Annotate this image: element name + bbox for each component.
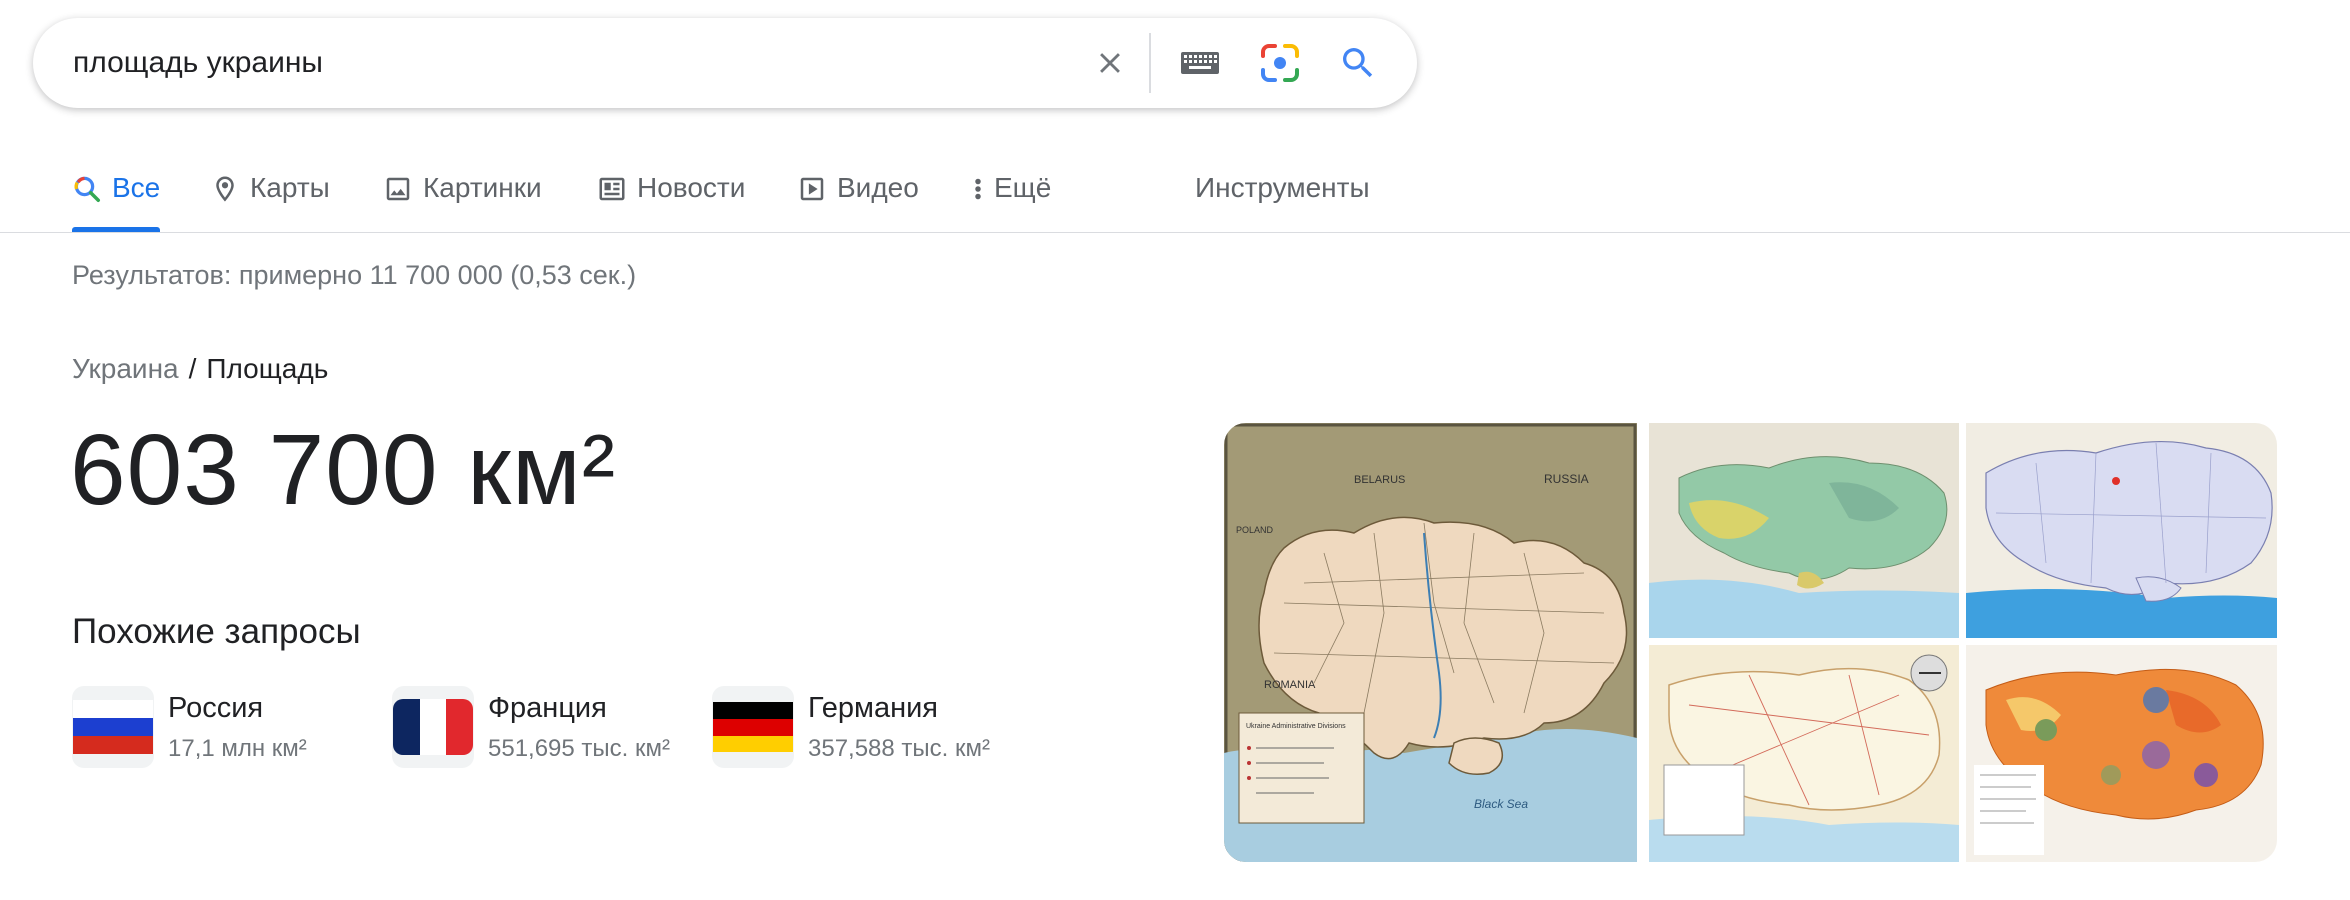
flag-container bbox=[72, 686, 154, 768]
image-results-grid: BELARUS RUSSIA POLAND ROMANIA Black Sea … bbox=[1224, 423, 2277, 862]
search-button[interactable] bbox=[1333, 38, 1383, 88]
location-pin-icon bbox=[216, 176, 234, 202]
more-vert-icon bbox=[975, 178, 981, 200]
newspaper-icon bbox=[599, 177, 625, 201]
related-item-text: Франция 551,695 тыс. км² bbox=[488, 686, 670, 763]
map-legend-title: Ukraine Administrative Divisions bbox=[1246, 723, 1346, 730]
ukraine-resources-map-image bbox=[1966, 645, 2277, 862]
related-item-name: Россия bbox=[168, 692, 264, 724]
search-multicolor-icon bbox=[74, 176, 100, 202]
image-thumbnail-outline-map[interactable] bbox=[1966, 423, 2277, 638]
related-item-france[interactable]: Франция 551,695 тыс. км² bbox=[392, 686, 670, 768]
search-by-image-button[interactable] bbox=[1255, 38, 1305, 88]
france-flag-icon bbox=[393, 699, 473, 755]
related-item-value: 17,1 млн км² bbox=[168, 735, 307, 762]
tab-video-label: Видео bbox=[837, 172, 919, 203]
related-item-text: Россия 17,1 млн км² bbox=[168, 686, 307, 763]
related-item-name: Германия bbox=[808, 692, 939, 724]
image-thumbnail-physical-map[interactable] bbox=[1649, 423, 1959, 638]
tab-news-label: Новости bbox=[637, 172, 746, 203]
flag-container bbox=[712, 686, 794, 768]
clear-search-button[interactable] bbox=[1085, 38, 1135, 88]
tab-maps-label: Карты bbox=[250, 172, 330, 203]
related-item-value: 551,695 тыс. км² bbox=[488, 735, 670, 762]
search-tabs: Все Карты Картинки Новости Видео Ещё Инс… bbox=[0, 150, 2350, 233]
ukraine-outline-map-image bbox=[1966, 423, 2277, 638]
image-thumbnail-road-map[interactable] bbox=[1649, 645, 1959, 862]
tab-more[interactable]: Ещё bbox=[972, 150, 1051, 232]
russia-flag-icon bbox=[73, 700, 153, 754]
breadcrumb-separator: / bbox=[188, 353, 197, 384]
search-box[interactable] bbox=[33, 18, 1417, 108]
keyboard-icon bbox=[1181, 52, 1219, 74]
related-item-text: Германия 357,588 тыс. км² bbox=[808, 686, 990, 763]
ukraine-road-map-image bbox=[1649, 645, 1959, 862]
related-item-value: 357,588 тыс. км² bbox=[808, 735, 990, 762]
related-item-name: Франция bbox=[488, 692, 607, 724]
tab-images-label: Картинки bbox=[423, 172, 542, 203]
breadcrumb: Украина / Площадь bbox=[72, 353, 328, 385]
image-icon bbox=[386, 177, 410, 201]
close-icon bbox=[1100, 53, 1120, 73]
play-icon bbox=[800, 177, 824, 201]
related-searches-title: Похожие запросы bbox=[72, 612, 361, 651]
featured-answer: 603 700 км² bbox=[70, 414, 617, 526]
related-item-germany[interactable]: Германия 357,588 тыс. км² bbox=[712, 686, 990, 768]
search-icon bbox=[1343, 48, 1373, 78]
tab-news[interactable]: Новости bbox=[597, 150, 745, 232]
ukraine-admin-map-image: BELARUS RUSSIA POLAND ROMANIA Black Sea … bbox=[1224, 423, 1637, 862]
virtual-keyboard-button[interactable] bbox=[1175, 38, 1225, 88]
image-thumbnail-admin-map[interactable]: BELARUS RUSSIA POLAND ROMANIA Black Sea … bbox=[1224, 423, 1637, 862]
tab-all[interactable]: Все bbox=[72, 150, 161, 232]
tab-images[interactable]: Картинки bbox=[383, 150, 542, 232]
breadcrumb-parent-link[interactable]: Украина bbox=[72, 353, 179, 384]
map-label-poland: POLAND bbox=[1236, 525, 1274, 535]
breadcrumb-current: Площадь bbox=[206, 353, 329, 384]
tab-video[interactable]: Видео bbox=[797, 150, 919, 232]
search-input[interactable] bbox=[73, 40, 1053, 86]
search-divider bbox=[1149, 33, 1151, 93]
map-label-romania: ROMANIA bbox=[1264, 679, 1316, 691]
tools-button[interactable]: Инструменты bbox=[1195, 150, 1370, 232]
flag-container bbox=[392, 686, 474, 768]
lens-camera-icon bbox=[1261, 44, 1299, 82]
germany-flag-icon bbox=[713, 702, 793, 752]
map-label-belarus: BELARUS bbox=[1354, 474, 1405, 486]
tab-all-label: Все bbox=[112, 172, 161, 203]
tools-label: Инструменты bbox=[1195, 172, 1370, 203]
map-label-russia: RUSSIA bbox=[1544, 472, 1589, 486]
image-thumbnail-resources-map[interactable] bbox=[1966, 645, 2277, 862]
tab-more-label: Ещё bbox=[994, 172, 1052, 203]
map-label-black-sea: Black Sea bbox=[1474, 797, 1528, 811]
result-stats: Результатов: примерно 11 700 000 (0,53 с… bbox=[72, 260, 637, 290]
ukraine-physical-map-image bbox=[1649, 423, 1959, 638]
tab-maps[interactable]: Карты bbox=[210, 150, 330, 232]
related-item-russia[interactable]: Россия 17,1 млн км² bbox=[72, 686, 307, 768]
